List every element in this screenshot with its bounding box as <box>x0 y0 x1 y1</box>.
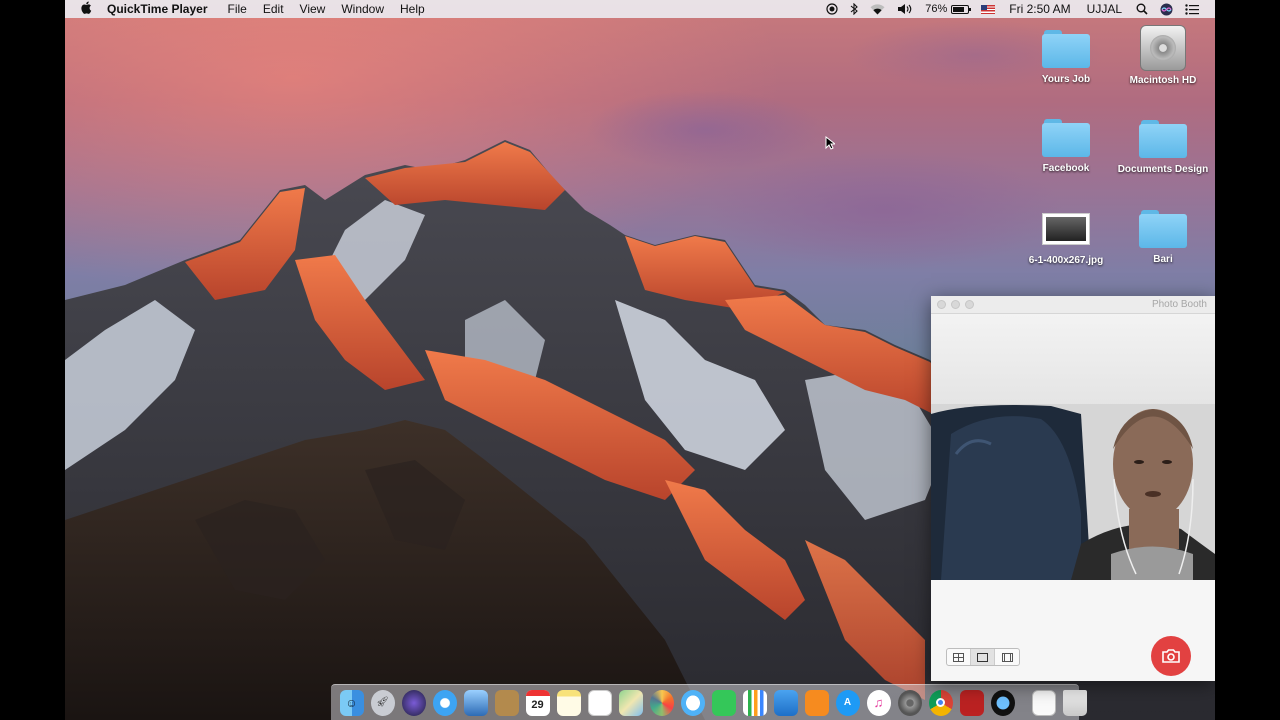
reminders-icon[interactable] <box>587 689 612 716</box>
mouse-cursor-icon <box>825 136 835 150</box>
desktop-icon-label: 6-1-400x267.jpg <box>1028 255 1104 266</box>
desktop-icon-label: Macintosh HD <box>1129 75 1197 86</box>
siri-icon[interactable] <box>1154 3 1179 16</box>
battery-indicator[interactable]: 76% <box>919 3 975 15</box>
camera-preview <box>931 314 1215 580</box>
keynote-icon[interactable] <box>773 689 798 716</box>
maps-icon[interactable] <box>618 689 643 716</box>
movie-clip-icon[interactable] <box>995 649 1019 665</box>
battery-percent: 76% <box>925 3 948 15</box>
app-menu[interactable]: QuickTime Player <box>107 2 220 16</box>
spotlight-icon[interactable] <box>1130 3 1154 15</box>
file-menu[interactable]: File <box>220 2 255 16</box>
window-menu[interactable]: Window <box>333 2 392 16</box>
desktop-disk-macintosh-hd[interactable]: Macintosh HD <box>1113 25 1213 86</box>
wifi-icon[interactable] <box>864 3 891 15</box>
desktop-icon-label: Bari <box>1153 254 1173 265</box>
user-menu[interactable]: UJJAL <box>1079 2 1130 16</box>
desktop-icon-label: Documents Design <box>1117 164 1209 175</box>
desktop-icon-label: Facebook <box>1042 163 1090 174</box>
calendar-icon[interactable]: 29 <box>525 689 550 716</box>
input-source-menu[interactable] <box>975 4 1001 14</box>
safari-icon[interactable] <box>432 689 457 716</box>
launchpad-icon[interactable]: 🚀︎ <box>370 689 395 716</box>
numbers-icon[interactable] <box>742 689 767 716</box>
window-titlebar[interactable]: Photo Booth <box>931 296 1215 314</box>
edit-menu[interactable]: Edit <box>255 2 292 16</box>
us-flag-icon <box>981 4 996 14</box>
folder-icon <box>1042 119 1090 157</box>
calendar-day: 29 <box>531 699 544 711</box>
four-up-icon[interactable] <box>947 649 971 665</box>
layout-switcher <box>946 648 1020 666</box>
facetime-icon[interactable] <box>711 689 736 716</box>
view-menu[interactable]: View <box>292 2 334 16</box>
desktop-folder-yours-job[interactable]: Yours Job <box>1016 30 1116 85</box>
desktop-icon-label: Yours Job <box>1041 74 1091 85</box>
desktop-file-image[interactable]: 6-1-400x267.jpg <box>1016 213 1116 266</box>
bluetooth-icon[interactable] <box>844 3 864 15</box>
zoom-button[interactable] <box>965 300 974 309</box>
dock: ☺ 🚀︎ 29 A ♫ <box>331 684 1087 720</box>
photo-booth-toolbar <box>931 580 1215 681</box>
preview-icon[interactable] <box>463 689 488 716</box>
single-photo-icon[interactable] <box>971 649 995 665</box>
photo-booth-window: Photo Booth <box>931 296 1215 681</box>
camera-icon <box>1162 649 1180 663</box>
image-thumbnail-icon <box>1042 213 1090 245</box>
volume-icon[interactable] <box>891 3 919 15</box>
window-title: Photo Booth <box>1151 299 1207 310</box>
desktop-folder-documents-design[interactable]: Documents Design <box>1113 120 1213 175</box>
desktop-folder-bari[interactable]: Bari <box>1113 210 1213 265</box>
quicktime-icon[interactable] <box>990 689 1015 716</box>
document-icon[interactable] <box>1031 689 1056 716</box>
hard-drive-icon <box>1140 25 1186 71</box>
photos-icon[interactable] <box>649 689 674 716</box>
chrome-icon[interactable] <box>928 689 953 716</box>
close-button[interactable] <box>937 300 946 309</box>
notes-icon[interactable] <box>556 689 581 716</box>
folder-icon <box>1139 210 1187 248</box>
messages-icon[interactable] <box>680 689 705 716</box>
system-preferences-icon[interactable] <box>897 689 922 716</box>
apple-menu-icon[interactable] <box>65 1 107 17</box>
photo-booth-icon[interactable] <box>959 689 984 716</box>
help-menu[interactable]: Help <box>392 2 433 16</box>
minimize-button[interactable] <box>951 300 960 309</box>
finder-icon[interactable]: ☺ <box>339 689 364 716</box>
app-store-icon[interactable]: A <box>835 689 860 716</box>
itunes-icon[interactable]: ♫ <box>866 689 891 716</box>
menu-bar: QuickTime Player File Edit View Window H… <box>65 0 1215 18</box>
ibooks-icon[interactable] <box>804 689 829 716</box>
contacts-icon[interactable] <box>494 689 519 716</box>
trash-icon[interactable] <box>1062 689 1087 716</box>
desktop-folder-facebook[interactable]: Facebook <box>1016 119 1116 174</box>
folder-icon <box>1139 120 1187 158</box>
folder-icon <box>1042 30 1090 68</box>
siri-icon[interactable] <box>401 689 426 716</box>
record-icon[interactable] <box>820 3 844 15</box>
battery-fill <box>953 6 965 12</box>
clock[interactable]: Fri 2:50 AM <box>1001 2 1078 16</box>
notification-center-icon[interactable] <box>1179 3 1205 15</box>
take-photo-button[interactable] <box>1151 636 1191 676</box>
battery-icon <box>951 4 972 14</box>
